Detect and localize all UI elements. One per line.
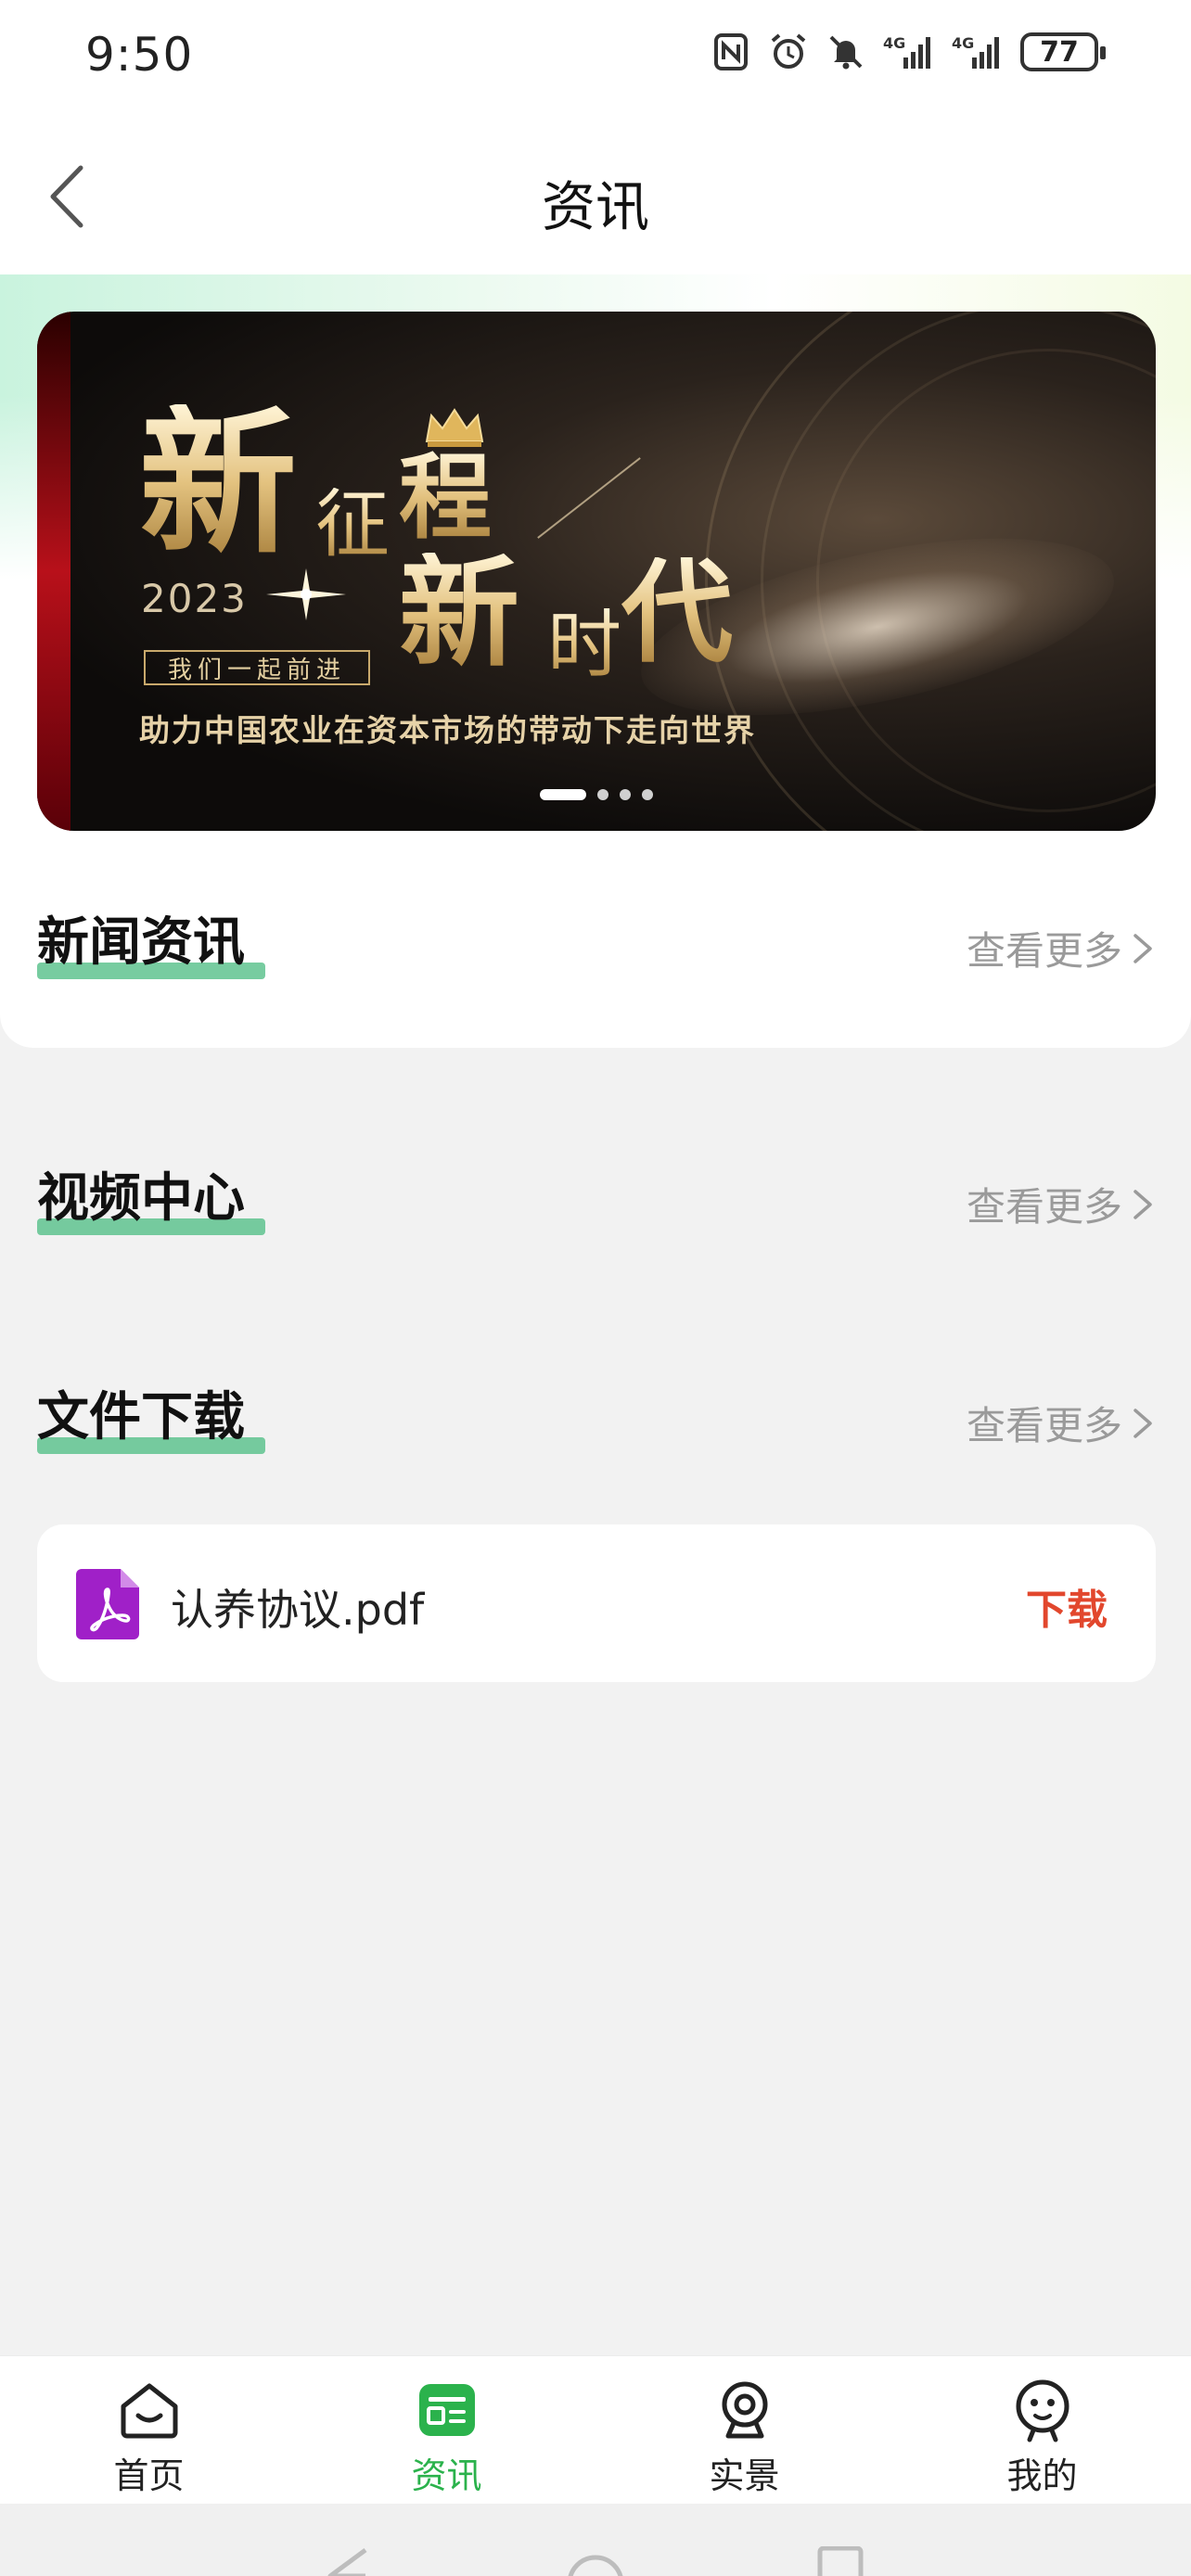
banner-slogan: 助力中国农业在资本市场的带动下走向世界 [139, 712, 756, 748]
carousel-dot[interactable] [642, 789, 653, 800]
page-title: 资讯 [541, 175, 649, 238]
camera-icon [722, 2381, 767, 2439]
carousel-dot-active[interactable] [540, 789, 586, 800]
tab-label: 实景 [709, 2455, 780, 2496]
tab-label: 我的 [1006, 2455, 1078, 2496]
svg-text:4G: 4G [952, 34, 974, 52]
more-label: 查看更多 [966, 928, 1122, 974]
banner-year: 2023 [141, 576, 248, 621]
section-files-header: 文件下载 查看更多 [37, 1382, 1156, 1465]
carousel-dot[interactable] [597, 789, 608, 800]
more-label: 查看更多 [966, 1184, 1122, 1230]
banner-headline-char: 代 [621, 547, 733, 678]
nav-back-icon[interactable] [325, 2546, 371, 2576]
news-more-link[interactable]: 查看更多 [967, 920, 1156, 976]
signal-4g-icon: 4G [883, 34, 930, 69]
profile-icon [1016, 2379, 1069, 2442]
crown-icon [425, 408, 484, 447]
section-news-header: 新闻资讯 查看更多 [37, 907, 1156, 990]
status-icons: 4G 4G 77 [711, 32, 1106, 72]
bottom-tab-bar: 首页 资讯 实景 我的 [0, 2355, 1191, 2504]
section-title-news: 新闻资讯 [37, 912, 245, 973]
banner-divider [537, 457, 641, 539]
home-icon [121, 2383, 177, 2439]
banner-red-edge [37, 312, 70, 831]
carousel-dot[interactable] [620, 789, 631, 800]
banner-headline-char: 程 [399, 442, 492, 552]
chevron-right-icon [1133, 1189, 1152, 1219]
svg-text:4G: 4G [883, 34, 905, 52]
app-screen: 9:50 4G 4G 77 资讯 新 征 程 新 时 代 2023 我们一起前进… [0, 0, 1191, 2576]
pdf-icon [76, 1569, 139, 1639]
sparkle-icon [266, 568, 346, 620]
file-name: 认养协议.pdf [171, 1585, 425, 1635]
status-time: 9:50 [85, 28, 194, 82]
file-list-item[interactable]: 认养协议.pdf 下载 [37, 1524, 1156, 1682]
banner-headline-char: 新 [399, 542, 520, 683]
news-icon [418, 2384, 475, 2436]
nav-header: 资讯 [0, 117, 1191, 274]
signal-4g-icon-2: 4G [952, 34, 999, 69]
battery-icon: 77 [1020, 32, 1106, 71]
battery-level: 77 [1040, 35, 1079, 69]
section-title-video: 视频中心 [37, 1168, 245, 1229]
chevron-right-icon [1133, 933, 1152, 963]
tab-label: 首页 [113, 2455, 185, 2496]
alarm-icon [771, 33, 806, 69]
nfc-icon [714, 33, 748, 70]
tab-profile[interactable]: 我的 [893, 2356, 1191, 2504]
tab-news[interactable]: 资讯 [298, 2356, 596, 2504]
banner-headline-char: 新 [139, 390, 298, 576]
download-button[interactable]: 下载 [1026, 1576, 1108, 1636]
chevron-right-icon [1133, 1408, 1152, 1438]
top-card: 新 征 程 新 时 代 2023 我们一起前进 助力中国农业在资本市场的带动下走… [0, 274, 1191, 1048]
nav-recents-icon[interactable] [816, 2546, 864, 2576]
section-video-header: 视频中心 查看更多 [37, 1163, 1156, 1246]
banner-headline-char: 时 [547, 602, 621, 688]
more-label: 查看更多 [966, 1403, 1122, 1448]
status-bar: 9:50 4G 4G 77 [0, 0, 1191, 117]
carousel-indicator [37, 789, 1156, 800]
tab-scene[interactable]: 实景 [596, 2356, 893, 2504]
mute-icon [829, 35, 863, 70]
banner-carousel[interactable]: 新 征 程 新 时 代 2023 我们一起前进 助力中国农业在资本市场的带动下走… [37, 312, 1156, 831]
system-nav-bar [0, 2504, 1191, 2576]
banner-tagline: 我们一起前进 [144, 650, 371, 685]
files-more-link[interactable]: 查看更多 [967, 1395, 1156, 1451]
section-title-files: 文件下载 [37, 1387, 245, 1447]
banner-headline-char: 征 [315, 481, 390, 567]
tab-home[interactable]: 首页 [0, 2356, 298, 2504]
tab-label: 资讯 [411, 2455, 482, 2496]
nav-home-icon[interactable] [566, 2546, 625, 2576]
video-more-link[interactable]: 查看更多 [967, 1176, 1156, 1232]
